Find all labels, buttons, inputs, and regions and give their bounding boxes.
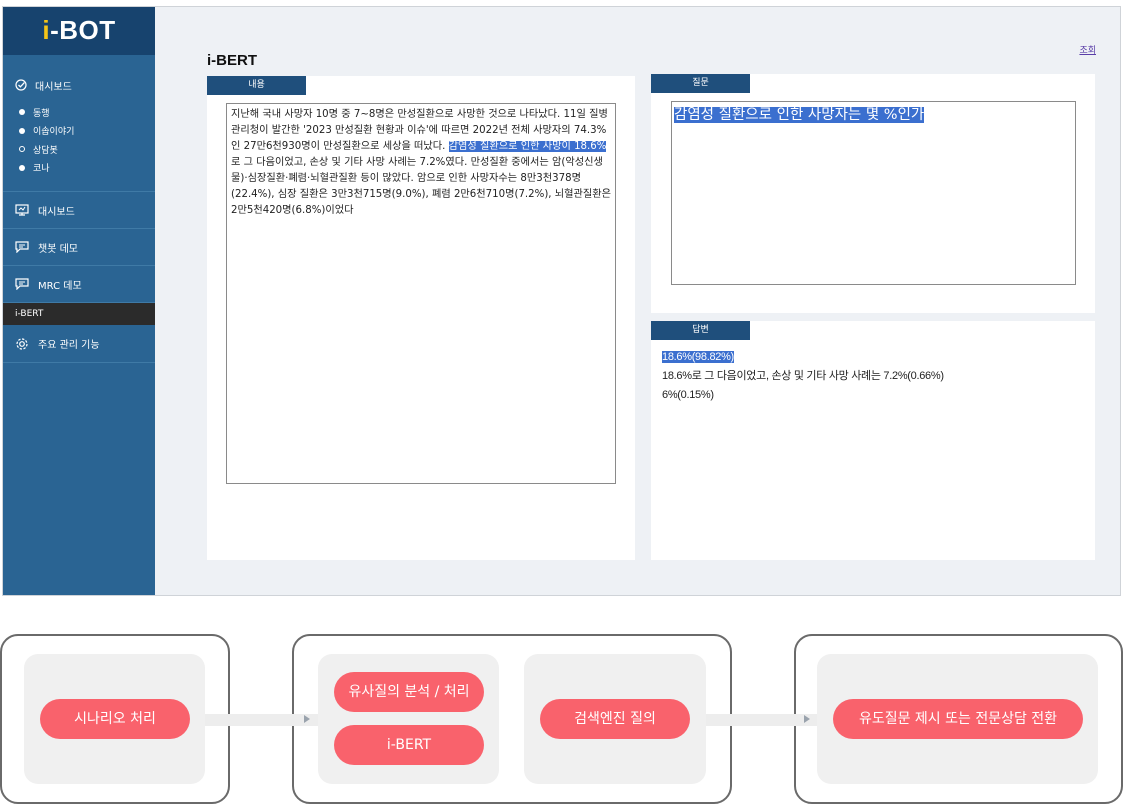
tab-question: 질문 xyxy=(651,74,750,93)
flow-step-search-engine: 검색엔진 질의 xyxy=(540,699,690,739)
page-title: i-BERT xyxy=(207,52,257,69)
tab-content: 내용 xyxy=(207,76,306,95)
sidebar-sub-item[interactable]: 상담봇 xyxy=(3,140,155,159)
arrow-right-icon xyxy=(804,715,810,723)
query-link[interactable]: 조회 xyxy=(1079,43,1096,56)
chat-icon xyxy=(15,278,29,290)
monitor-icon xyxy=(15,204,29,216)
sidebar-item-label: MRC 데모 xyxy=(38,280,82,292)
answer-text-top: 18.6%(98.82%) xyxy=(662,351,734,363)
answer-item[interactable]: 18.6%로 그 다음이었고, 손상 및 기타 사망 사례는 7.2%(0.66… xyxy=(662,367,944,386)
sidebar-item-label: 대시보드 xyxy=(38,206,75,218)
arrow-right-icon xyxy=(304,715,310,723)
bullet-ring-icon xyxy=(19,146,25,153)
main-area: i-BERT 조회 내용 지난해 국내 사망자 10명 중 7~8명은 만성질환… xyxy=(155,7,1120,595)
sidebar-item-ibert[interactable]: i-BERT xyxy=(3,303,155,325)
sidebar-item-label: i-BERT xyxy=(15,309,44,319)
flow-step-scenario: 시나리오 처리 xyxy=(40,699,190,739)
sidebar-item-label: 주요 관리 기능 xyxy=(38,340,100,351)
bullet-icon xyxy=(19,164,25,171)
answer-item[interactable]: 6%(0.15%) xyxy=(662,386,944,405)
bullet-icon xyxy=(19,109,25,116)
check-circle-icon xyxy=(15,79,27,91)
logo-suffix: -BOT xyxy=(50,15,116,45)
sidebar-item-chatbot-demo[interactable]: 챗봇 데모 xyxy=(3,229,155,266)
question-textarea[interactable]: 감염성 질환으로 인한 사망자는 몇 %인가 xyxy=(671,101,1076,285)
logo-prefix: i xyxy=(42,15,51,45)
sidebar-sub-item[interactable]: 이솝이야기 xyxy=(3,122,155,141)
sidebar-dashboard-group: 대시보드 동행 이솝이야기 상담봇 코나 xyxy=(3,55,155,192)
answer-item[interactable]: 18.6%(98.82%) xyxy=(662,348,944,367)
content-text-after: 로 그 다음이었고, 손상 및 기타 사망 사례는 7.2%였다. 만성질환 중… xyxy=(231,157,612,216)
bullet-icon xyxy=(19,127,25,134)
content-panel: 내용 지난해 국내 사망자 10명 중 7~8명은 만성질환으로 사망한 것으로… xyxy=(207,76,635,560)
sidebar-sub-item-label: 이솝이야기 xyxy=(33,127,75,138)
flow-step-ibert: i-BERT xyxy=(334,725,484,765)
question-panel: 질문 감염성 질환으로 인한 사망자는 몇 %인가 xyxy=(651,74,1095,313)
content-highlight: 감염성 질환으로 인한 사망이 18.6% xyxy=(448,141,607,152)
flow-connector xyxy=(706,714,817,726)
sidebar-sub-item[interactable]: 코나 xyxy=(3,159,155,178)
gear-icon xyxy=(16,337,28,350)
sidebar-item-dashboard[interactable]: 대시보드 xyxy=(3,192,155,229)
sidebar-item-mrc-demo[interactable]: MRC 데모 xyxy=(3,266,155,303)
sidebar-sub-list: 동행 이솝이야기 상담봇 코나 xyxy=(3,103,155,177)
content-textarea[interactable]: 지난해 국내 사망자 10명 중 7~8명은 만성질환으로 사망한 것으로 나타… xyxy=(226,103,616,484)
sidebar-group-label: 대시보드 xyxy=(35,81,72,93)
sidebar: i-BOT 대시보드 동행 이솝이야기 상담봇 코나 대시보드 챗봇 데모 MR… xyxy=(3,7,155,595)
sidebar-sub-item-label: 동행 xyxy=(33,108,50,119)
chat-icon xyxy=(15,241,29,253)
sidebar-item-settings[interactable]: 주요 관리 기능 xyxy=(3,325,155,363)
sidebar-item-label: 챗봇 데모 xyxy=(38,243,78,255)
sidebar-sub-item-label: 상담봇 xyxy=(33,145,58,156)
tab-answer: 답변 xyxy=(651,321,750,340)
answer-list: 18.6%(98.82%) 18.6%로 그 다음이었고, 손상 및 기타 사망… xyxy=(662,348,944,405)
sidebar-sub-item-label: 코나 xyxy=(33,164,50,175)
question-text: 감염성 질환으로 인한 사망자는 몇 %인가 xyxy=(674,107,925,123)
sidebar-group-dashboard[interactable]: 대시보드 xyxy=(3,77,155,93)
flow-step-guide-or-counsel: 유도질문 제시 또는 전문상담 전환 xyxy=(833,699,1083,739)
logo[interactable]: i-BOT xyxy=(3,7,155,55)
flow-step-similar-query: 유사질의 분석 / 처리 xyxy=(334,672,484,712)
app-window: i-BOT 대시보드 동행 이솝이야기 상담봇 코나 대시보드 챗봇 데모 MR… xyxy=(2,6,1121,596)
answer-panel: 답변 18.6%(98.82%) 18.6%로 그 다음이었고, 손상 및 기타… xyxy=(651,321,1095,560)
sidebar-sub-item[interactable]: 동행 xyxy=(3,103,155,122)
flow-connector xyxy=(205,714,318,726)
